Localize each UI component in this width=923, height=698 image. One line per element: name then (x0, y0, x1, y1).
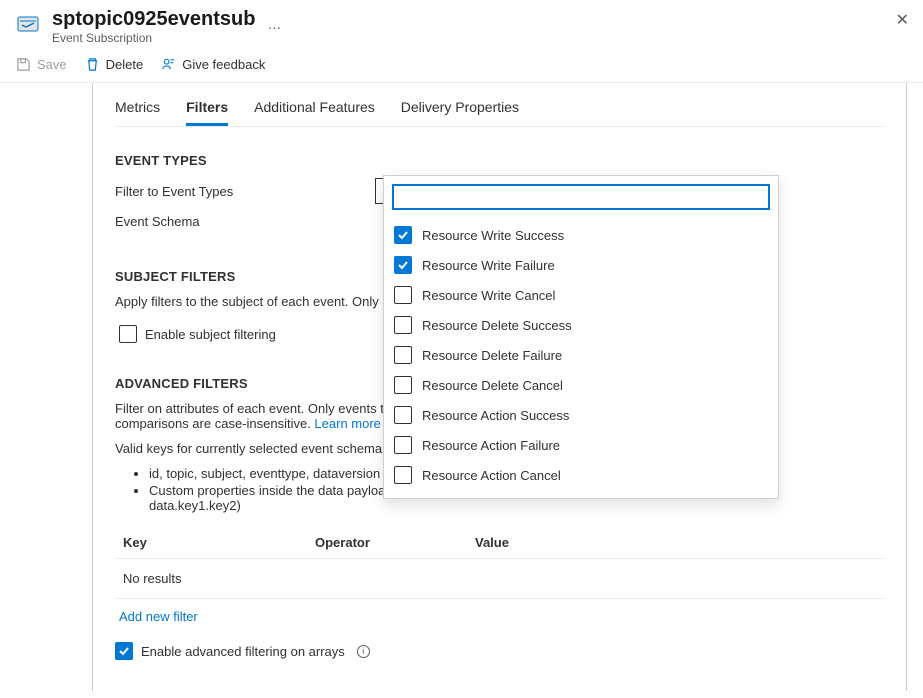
checkbox-icon (119, 325, 137, 343)
feedback-icon (161, 57, 176, 72)
event-subscription-icon (16, 12, 40, 36)
event-type-option-label: Resource Delete Success (422, 318, 572, 333)
checkbox-icon (394, 346, 412, 364)
enable-advanced-filtering-arrays-label: Enable advanced filtering on arrays (141, 644, 345, 659)
save-label: Save (37, 57, 67, 72)
event-type-option-label: Resource Write Success (422, 228, 564, 243)
feedback-label: Give feedback (182, 57, 265, 72)
checkbox-icon (394, 256, 412, 274)
enable-advanced-filtering-arrays-checkbox[interactable]: Enable advanced filtering on arrays i (115, 642, 370, 660)
tab-bar: Metrics Filters Additional Features Deli… (115, 83, 884, 127)
more-menu-button[interactable]: … (267, 16, 281, 32)
checkbox-icon (115, 642, 133, 660)
event-type-option-label: Resource Action Failure (422, 438, 560, 453)
column-key: Key (115, 535, 315, 550)
dropdown-search-input[interactable] (392, 184, 770, 210)
tab-additional-features[interactable]: Additional Features (254, 89, 375, 126)
info-icon[interactable]: i (357, 645, 370, 658)
event-type-option[interactable]: Resource Delete Success (392, 310, 770, 340)
event-type-option[interactable]: Resource Action Success (392, 400, 770, 430)
checkbox-icon (394, 466, 412, 484)
column-operator: Operator (315, 535, 475, 550)
save-icon (16, 57, 31, 72)
command-bar: Save Delete Give feedback (0, 49, 923, 83)
learn-more-link[interactable]: Learn more (314, 416, 380, 431)
checkbox-icon (394, 436, 412, 454)
event-type-option[interactable]: Resource Action Failure (392, 430, 770, 460)
event-type-option[interactable]: Resource Action Cancel (392, 460, 770, 490)
event-type-option-label: Resource Write Cancel (422, 288, 555, 303)
checkbox-icon (394, 286, 412, 304)
event-type-option-label: Resource Delete Failure (422, 348, 562, 363)
event-schema-label: Event Schema (115, 214, 375, 229)
checkbox-icon (394, 316, 412, 334)
tab-metrics[interactable]: Metrics (115, 89, 160, 126)
close-icon[interactable]: ✕ (896, 10, 909, 30)
event-type-option[interactable]: Resource Write Success (392, 220, 770, 250)
advanced-filters-table-header: Key Operator Value (115, 527, 884, 559)
filter-to-event-types-label: Filter to Event Types (115, 184, 375, 199)
event-type-option[interactable]: Resource Write Cancel (392, 280, 770, 310)
save-button: Save (16, 57, 67, 72)
checkbox-icon (394, 376, 412, 394)
trash-icon (85, 57, 100, 72)
event-type-option[interactable]: Resource Delete Cancel (392, 370, 770, 400)
event-type-option-label: Resource Delete Cancel (422, 378, 563, 393)
event-type-option[interactable]: Resource Write Failure (392, 250, 770, 280)
page-title: sptopic0925eventsub (52, 8, 255, 31)
add-new-filter-link[interactable]: Add new filter (119, 609, 198, 624)
checkbox-icon (394, 406, 412, 424)
column-value: Value (475, 535, 884, 550)
delete-button[interactable]: Delete (85, 57, 144, 72)
event-type-option-label: Resource Action Success (422, 408, 569, 423)
checkbox-icon (394, 226, 412, 244)
event-types-dropdown: Resource Write Success Resource Write Fai… (383, 175, 779, 499)
enable-subject-filtering-label: Enable subject filtering (145, 327, 276, 342)
feedback-button[interactable]: Give feedback (161, 57, 265, 72)
no-results-text: No results (115, 559, 884, 599)
event-types-heading: EVENT TYPES (115, 153, 884, 168)
tab-filters[interactable]: Filters (186, 89, 228, 126)
event-type-option-label: Resource Action Cancel (422, 468, 561, 483)
tab-delivery-properties[interactable]: Delivery Properties (401, 89, 519, 126)
enable-subject-filtering-checkbox[interactable]: Enable subject filtering (119, 325, 276, 343)
page-subtitle: Event Subscription (52, 31, 907, 45)
event-type-option[interactable]: Resource Delete Failure (392, 340, 770, 370)
delete-label: Delete (106, 57, 144, 72)
event-type-option-label: Resource Write Failure (422, 258, 555, 273)
